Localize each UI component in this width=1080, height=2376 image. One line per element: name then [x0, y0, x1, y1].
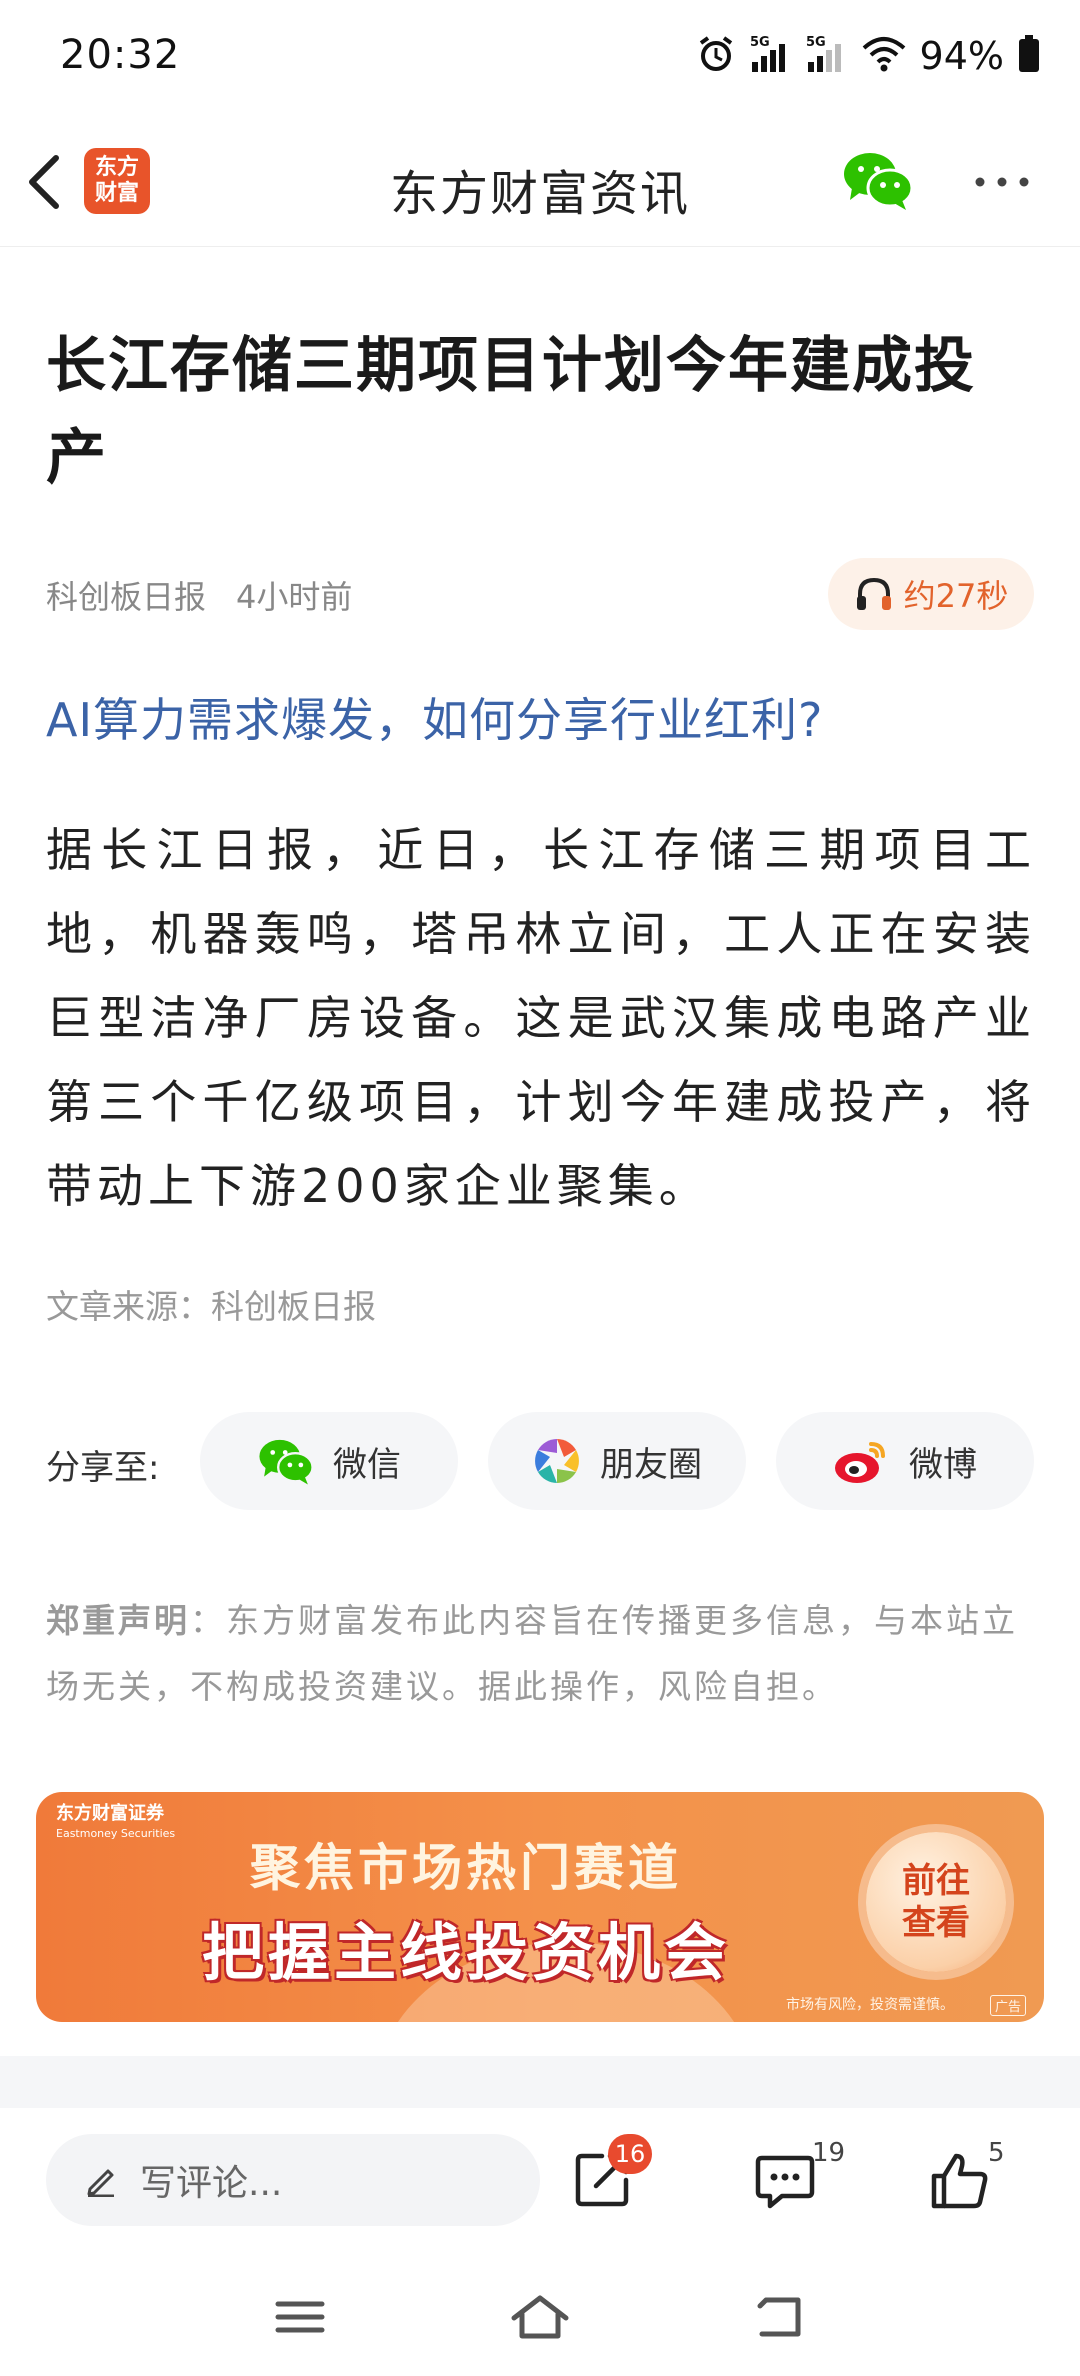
section-divider — [0, 2056, 1080, 2108]
article-title: 长江存储三期项目计划今年建成投产 — [46, 331, 976, 493]
article-meta: 科创板日报 4小时前 — [46, 572, 352, 618]
home-button[interactable] — [510, 2292, 569, 2342]
comment-icon — [755, 2155, 815, 2209]
status-time: 20:32 — [60, 32, 181, 78]
share-count-badge: 16 — [608, 2134, 652, 2174]
like-button[interactable]: 5 — [924, 2138, 1005, 2220]
share-wechat-button[interactable]: 微信 — [200, 1412, 458, 1510]
comment-placeholder: 写评论... — [140, 2163, 283, 2204]
share-moments-label: 朋友圈 — [600, 1444, 702, 1485]
ad-brand: 东方财富证券 — [56, 1803, 164, 1824]
article-source-name[interactable]: 科创板日报 — [46, 578, 206, 616]
ad-headline-1: 聚焦市场热门赛道 — [250, 1839, 682, 1897]
nav-bar: 东方 财富 东方财富资讯 — [0, 118, 1080, 247]
audio-duration: 约27秒 — [903, 577, 1009, 615]
share-label: 分享至: — [46, 1448, 160, 1488]
ad-cta-line-2: 查看 — [902, 1903, 970, 1943]
signal-icon: 5G — [750, 34, 792, 78]
promo-link[interactable]: AI算力需求爆发，如何分享行业红利? — [46, 684, 823, 750]
ad-tag: 广告 — [989, 1995, 1026, 2016]
disclaimer: 郑重声明：东方财富发布此内容旨在传播更多信息，与本站立场无关，不构成投资建议。据… — [46, 1588, 1036, 1720]
system-nav-bar — [0, 2262, 1080, 2376]
share-weibo-label: 微博 — [909, 1444, 977, 1485]
disclaimer-text: ：东方财富发布此内容旨在传播更多信息，与本站立场无关，不构成投资建议。据此操作，… — [46, 1601, 1018, 1706]
wechat-icon — [259, 1439, 314, 1485]
more-button[interactable] — [972, 172, 1032, 192]
ad-headline-2: 把握主线投资机会 — [201, 1916, 730, 1989]
battery-level: 94% — [919, 34, 1004, 78]
share-moments-button[interactable]: 朋友圈 — [488, 1412, 746, 1510]
comment-input[interactable]: 写评论... — [46, 2134, 540, 2226]
article-source-line: 文章来源：科创板日报 — [46, 1287, 376, 1326]
pencil-icon — [87, 2169, 114, 2197]
network-label-2: 5G — [806, 35, 826, 50]
page-title: 东方财富资讯 — [389, 166, 690, 222]
alarm-icon — [696, 34, 736, 78]
comment-count: 19 — [812, 2138, 846, 2168]
system-back-button[interactable] — [752, 2292, 808, 2342]
listen-button[interactable]: 约27秒 — [828, 558, 1034, 630]
wechat-share-button[interactable] — [842, 148, 914, 212]
thumbs-up-icon — [931, 2153, 988, 2209]
article-time: 4小时前 — [236, 578, 353, 616]
share-action-button[interactable]: 16 — [568, 2134, 652, 2220]
disclaimer-heading: 郑重声明 — [46, 1601, 190, 1640]
article-body: 据长江日报，近日，长江存储三期项目工地，机器轰鸣，塔吊林立间，工人正在安装巨型洁… — [46, 823, 1036, 1213]
wifi-icon — [862, 36, 906, 76]
more-icon — [975, 177, 1029, 187]
headphones-icon — [856, 577, 891, 610]
recent-apps-button[interactable] — [272, 2292, 328, 2342]
ad-risk-note: 市场有风险，投资需谨慎。 — [786, 1997, 954, 2013]
wechat-icon — [844, 153, 914, 210]
battery-icon — [1018, 35, 1040, 77]
menu-icon — [275, 2301, 325, 2333]
moments-icon — [535, 1439, 579, 1483]
ad-cta-line-1: 前往 — [902, 1861, 970, 1901]
status-bar: 20:32 5G 5G 94% — [0, 0, 1080, 118]
signal-icon: 5G — [806, 34, 848, 78]
share-wechat-label: 微信 — [333, 1444, 401, 1485]
network-label-1: 5G — [750, 35, 770, 50]
comments-button[interactable]: 19 — [748, 2138, 845, 2220]
home-icon — [511, 2295, 569, 2339]
weibo-icon — [835, 1442, 885, 1483]
share-weibo-button[interactable]: 微博 — [776, 1412, 1034, 1510]
like-count: 5 — [988, 2138, 1005, 2168]
ad-cta-button[interactable]: 前往 查看 — [866, 1832, 1006, 1972]
ad-banner[interactable]: 东方财富证券 Eastmoney Securities 聚焦市场热门赛道 把握主… — [36, 1792, 1044, 2022]
return-icon — [757, 2297, 801, 2337]
status-icons: 5G 5G 94% — [696, 34, 1040, 78]
